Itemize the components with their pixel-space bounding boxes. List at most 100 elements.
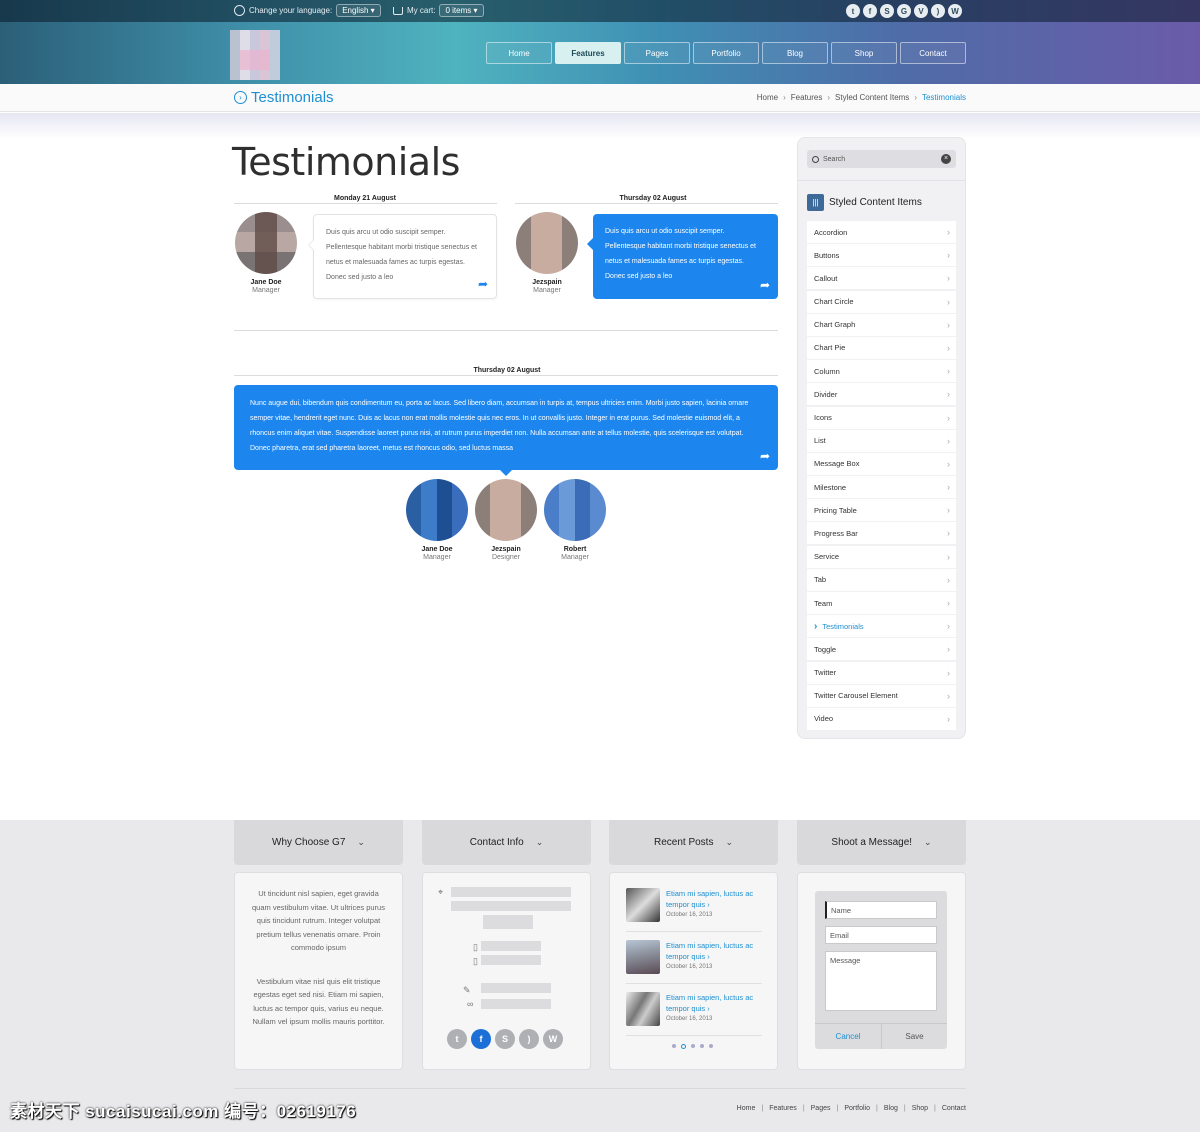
footer-tab-message[interactable]: Shoot a Message! ⌄ (797, 820, 966, 865)
sidebar-item-chart-pie[interactable]: Chart Pie › (807, 336, 956, 359)
post-item[interactable]: Etiam mi sapien, luctus ac tempor quis ›… (626, 992, 758, 1026)
address-blurred (451, 901, 571, 911)
nav-portfolio[interactable]: Portfolio (693, 42, 759, 64)
carousel-dot-active[interactable] (681, 1043, 686, 1049)
chevron-right-icon: › (947, 273, 950, 284)
post-title[interactable]: Etiam mi sapien, luctus ac tempor quis › (666, 888, 758, 910)
footer-tab-posts[interactable]: Recent Posts ⌄ (609, 820, 778, 865)
rss-icon[interactable]: ) (519, 1029, 539, 1049)
sidebar-item-callout[interactable]: Callout › (807, 267, 956, 290)
save-button[interactable]: Save (881, 1024, 947, 1049)
sidebar-item-chart-graph[interactable]: Chart Graph › (807, 313, 956, 336)
author-name: Robert (563, 546, 587, 553)
sidebar-item-team[interactable]: Team › (807, 592, 956, 614)
chevron-right-icon: › (947, 227, 950, 237)
breadcrumb-styled-content[interactable]: Styled Content Items (835, 93, 909, 102)
footer-nav-shop[interactable]: Shop (912, 1105, 928, 1112)
clear-icon[interactable]: × (941, 154, 951, 164)
breadcrumb-features[interactable]: Features (791, 93, 823, 102)
nav-features[interactable]: Features (555, 42, 621, 64)
message-field[interactable]: Message (825, 951, 937, 1011)
footer-nav-portfolio[interactable]: Portfolio (844, 1105, 870, 1112)
sidebar-item-service[interactable]: Service › (807, 545, 956, 568)
sidebar-item-milestone[interactable]: Milestone › (807, 476, 956, 499)
testimonial-author: Jezspain Manager (512, 212, 582, 294)
twitter-icon[interactable]: t (846, 4, 860, 18)
carousel-dot[interactable] (672, 1044, 676, 1048)
sidebar-item-icons[interactable]: Icons › (807, 406, 956, 429)
carousel-dot[interactable] (700, 1044, 704, 1048)
avatar (544, 479, 606, 541)
post-date: October 16, 2013 (666, 912, 713, 918)
language-dropdown[interactable]: English ▾ (336, 4, 381, 17)
author-name: Jezspain (491, 546, 521, 553)
sidebar-item-progress-bar[interactable]: Progress Bar › (807, 522, 956, 545)
cancel-button[interactable]: Cancel (815, 1024, 881, 1049)
chevron-right-icon: › (947, 482, 950, 493)
nav-blog[interactable]: Blog (762, 42, 828, 64)
share-icon[interactable]: ➦ (760, 278, 770, 293)
skype-icon[interactable]: S (495, 1029, 515, 1049)
footer-nav-contact[interactable]: Contact (942, 1105, 966, 1112)
cart-dropdown[interactable]: 0 items ▾ (439, 4, 484, 17)
wordpress-icon[interactable]: W (543, 1029, 563, 1049)
sidebar-item-message-box[interactable]: Message Box › (807, 452, 956, 475)
name-field[interactable]: Name (825, 901, 937, 919)
cart-widget[interactable]: My cart: 0 items ▾ (393, 4, 484, 17)
footer-tab-contact[interactable]: Contact Info ⌄ (422, 820, 591, 865)
facebook-icon[interactable]: f (863, 4, 877, 18)
nav-pages[interactable]: Pages (624, 42, 690, 64)
sidebar-item-twitter-carousel-element[interactable]: Twitter Carousel Element › (807, 684, 956, 707)
sidebar-item-divider[interactable]: Divider › (807, 383, 956, 406)
sidebar-item-pricing-table[interactable]: Pricing Table › (807, 499, 956, 522)
date-label: Monday 21 August (330, 195, 400, 202)
nav-home[interactable]: Home (486, 42, 552, 64)
carousel-dot[interactable] (709, 1044, 713, 1048)
wordpress-icon[interactable]: W (948, 4, 962, 18)
skype-icon[interactable]: S (880, 4, 894, 18)
footer-nav-blog[interactable]: Blog (884, 1105, 898, 1112)
vimeo-icon[interactable]: V (914, 4, 928, 18)
footer-nav-home[interactable]: Home (737, 1105, 756, 1112)
rss-icon[interactable]: ) (931, 4, 945, 18)
post-title[interactable]: Etiam mi sapien, luctus ac tempor quis › (666, 992, 758, 1014)
sidebar-item-testimonials[interactable]: Testimonials › (807, 615, 956, 638)
avatar (516, 212, 578, 274)
chevron-right-icon: › (947, 667, 950, 678)
site-logo[interactable] (230, 30, 280, 80)
why-text: Ut tincidunt nisl sapien, eget gravida q… (252, 889, 385, 952)
post-item[interactable]: Etiam mi sapien, luctus ac tempor quis ›… (626, 888, 758, 922)
sidebar-item-list[interactable]: List › (807, 429, 956, 452)
recent-posts-card: Etiam mi sapien, luctus ac tempor quis ›… (609, 872, 778, 1070)
post-item[interactable]: Etiam mi sapien, luctus ac tempor quis ›… (626, 940, 758, 974)
testimonial-author: Robert Manager (540, 479, 610, 561)
divider (626, 1035, 762, 1036)
language-selector[interactable]: Change your language: English ▾ (234, 4, 381, 17)
carousel-dot[interactable] (691, 1044, 695, 1048)
sidebar-item-twitter[interactable]: Twitter › (807, 661, 956, 684)
sidebar: Search × ||| Styled Content Items Accord… (797, 137, 966, 739)
google-plus-icon[interactable]: G (897, 4, 911, 18)
share-icon[interactable]: ➦ (760, 449, 770, 464)
breadcrumb-home[interactable]: Home (757, 93, 778, 102)
sidebar-item-chart-circle[interactable]: Chart Circle › (807, 290, 956, 313)
twitter-icon[interactable]: t (447, 1029, 467, 1049)
sidebar-item-buttons[interactable]: Buttons › (807, 244, 956, 267)
sidebar-item-column[interactable]: Column › (807, 360, 956, 383)
search-input[interactable]: Search × (807, 150, 956, 168)
share-icon[interactable]: ➦ (478, 277, 488, 292)
sidebar-item-toggle[interactable]: Toggle › (807, 638, 956, 661)
footer-nav-pages[interactable]: Pages (811, 1105, 831, 1112)
chevron-right-icon: › (947, 621, 950, 632)
sidebar-item-video[interactable]: Video › (807, 707, 956, 730)
email-field[interactable]: Email (825, 926, 937, 944)
author-role: Manager (561, 554, 589, 561)
sidebar-item-accordion[interactable]: Accordion › (807, 221, 956, 243)
footer-nav-features[interactable]: Features (769, 1105, 797, 1112)
post-title[interactable]: Etiam mi sapien, luctus ac tempor quis › (666, 940, 758, 962)
nav-contact[interactable]: Contact (900, 42, 966, 64)
sidebar-item-tab[interactable]: Tab › (807, 568, 956, 591)
nav-shop[interactable]: Shop (831, 42, 897, 64)
facebook-icon[interactable]: f (471, 1029, 491, 1049)
footer-tab-why[interactable]: Why Choose G7 ⌄ (234, 820, 403, 865)
